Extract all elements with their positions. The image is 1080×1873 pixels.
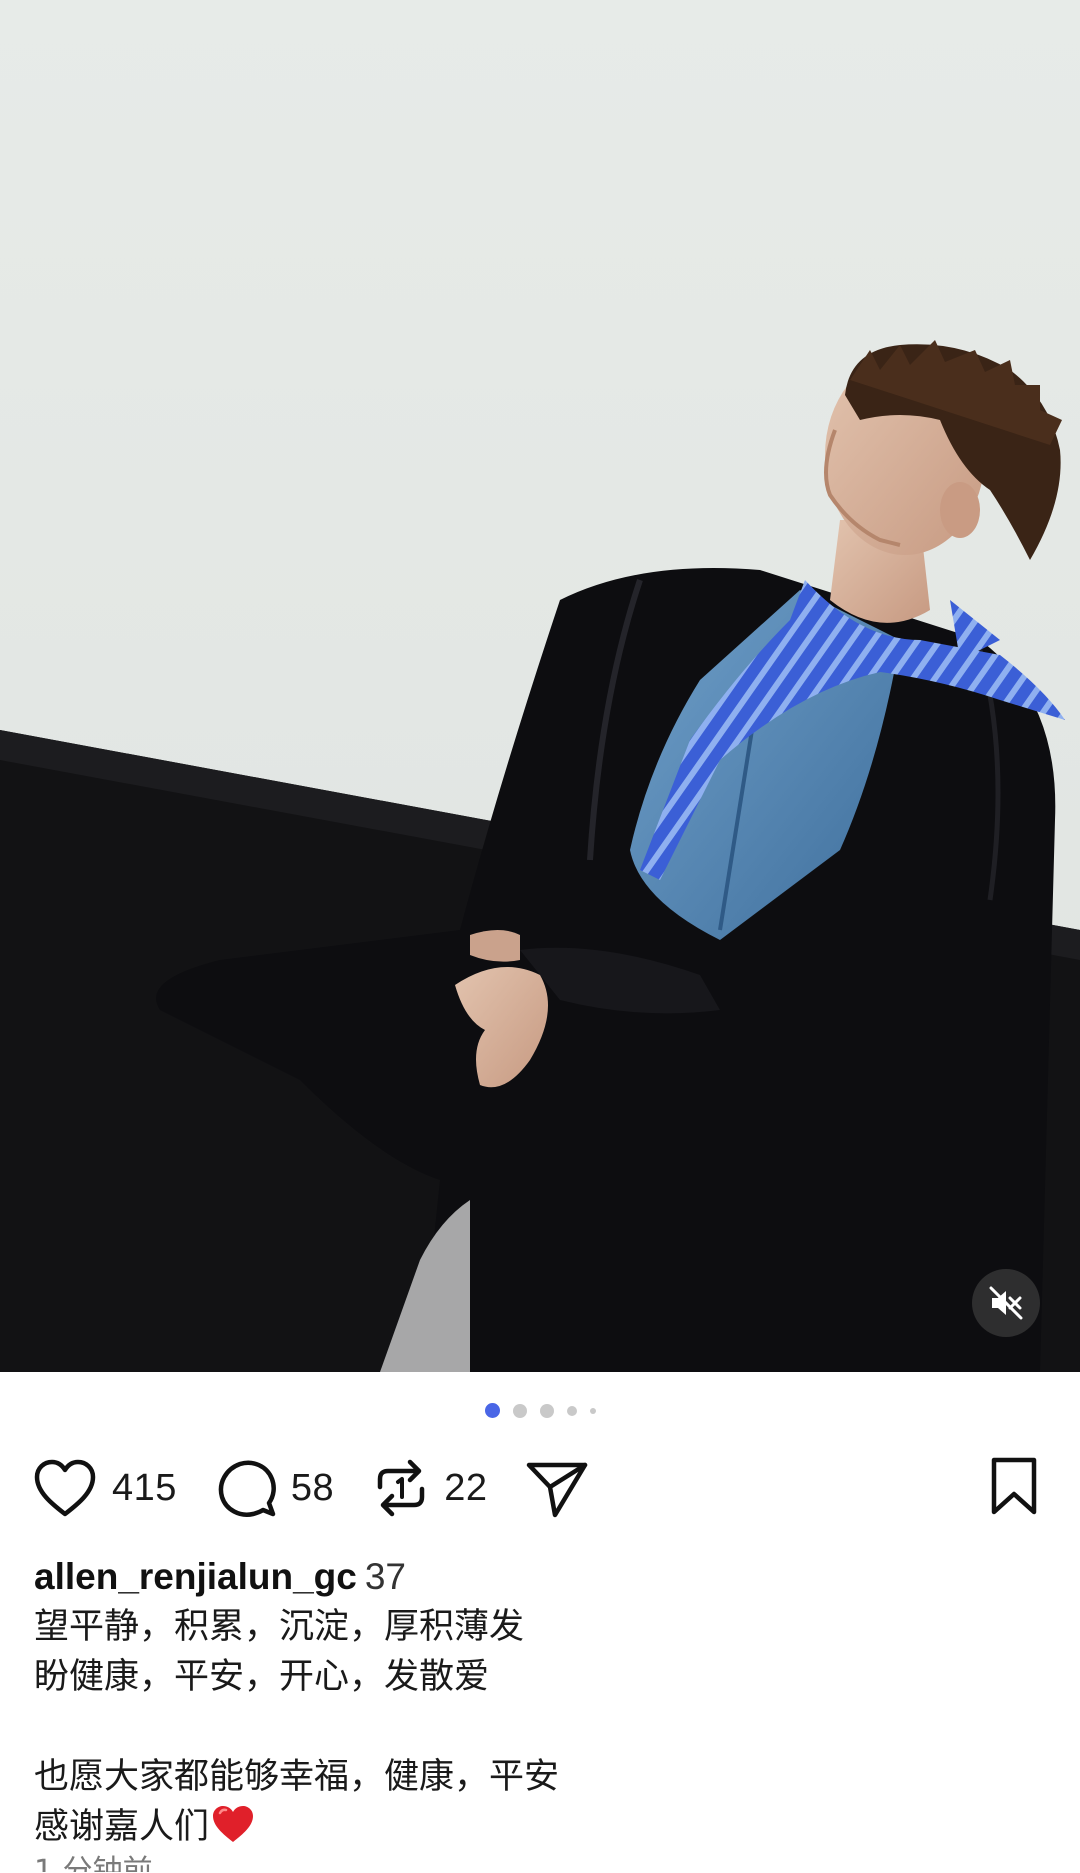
like-button[interactable]: 415	[32, 1458, 177, 1518]
caption-number: 37	[364, 1556, 407, 1597]
heart-icon	[34, 1459, 96, 1517]
username-link[interactable]: allen_renjialun_gc	[34, 1556, 357, 1597]
repost-icon	[377, 1459, 425, 1517]
repost-button[interactable]: 22	[372, 1457, 487, 1519]
caption-text: 感谢嘉人们	[34, 1807, 210, 1847]
caption-line-last: 感谢嘉人们	[34, 1802, 1044, 1852]
share-button[interactable]	[525, 1457, 589, 1519]
caption-line: 也愿大家都能够幸福，健康，平安	[34, 1757, 560, 1797]
share-icon	[527, 1462, 588, 1518]
carousel-dot[interactable]	[566, 1405, 577, 1416]
comment-count: 58	[290, 1466, 335, 1509]
post-page: 415 58 22 allen_renjialun_gc 37 望平静，积累，沉…	[0, 0, 1080, 1873]
bookmark-button[interactable]	[988, 1456, 1040, 1521]
speaker-muted-icon	[989, 1286, 1023, 1320]
red-heart-emoji-icon	[211, 1804, 255, 1858]
post-caption: allen_renjialun_gc 37 望平静，积累，沉淀，厚积薄发 盼健康，…	[34, 1552, 1044, 1872]
mute-toggle-button[interactable]	[972, 1269, 1040, 1337]
carousel-indicator	[0, 1403, 1080, 1418]
comment-button[interactable]: 58	[215, 1457, 334, 1519]
comment-icon	[218, 1460, 276, 1517]
repost-count: 22	[444, 1466, 488, 1509]
post-timestamp-cut-off: 1 分钟前	[34, 1854, 153, 1872]
carousel-dot[interactable]	[539, 1403, 554, 1418]
carousel-dot-active[interactable]	[484, 1403, 500, 1418]
caption-header: allen_renjialun_gc 37	[34, 1552, 1044, 1602]
caption-line: 望平静，积累，沉淀，厚积薄发	[34, 1607, 525, 1647]
post-action-bar: 415 58 22	[32, 1455, 1048, 1521]
photo-illustration	[0, 0, 1080, 1372]
carousel-dot[interactable]	[512, 1403, 527, 1418]
like-count: 415	[112, 1466, 177, 1509]
post-photo[interactable]	[0, 0, 1080, 1372]
carousel-dot[interactable]	[589, 1407, 596, 1414]
caption-line: 盼健康，平安，开心，发散爱	[34, 1657, 490, 1697]
bookmark-icon	[991, 1457, 1037, 1514]
